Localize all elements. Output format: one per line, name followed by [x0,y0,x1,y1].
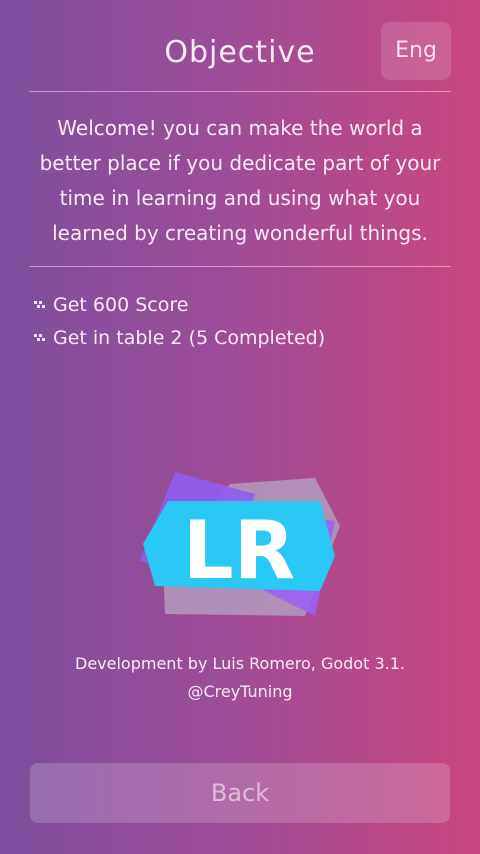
bullet-icon [33,331,47,345]
logo-text: LR [183,504,296,597]
objectives-list: Get 600 Score Get in table 2 (5 Complete… [33,288,453,354]
middle-divider [29,266,451,267]
language-button[interactable]: Eng [381,22,451,80]
objective-item: Get in table 2 (5 Completed) [33,321,453,354]
lr-logo: LR [135,466,345,624]
credit-line: Development by Luis Romero, Godot 3.1. [75,654,405,673]
top-divider [29,91,451,92]
objective-description: Welcome! you can make the world a better… [39,116,441,245]
developer-credit: Development by Luis Romero, Godot 3.1. @… [0,650,480,706]
back-button[interactable]: Back [30,763,450,823]
objective-text: Get 600 Score [53,293,189,316]
credit-handle: @CreyTuning [187,682,293,701]
objective-item: Get 600 Score [33,288,453,321]
objective-text: Get in table 2 (5 Completed) [53,326,326,349]
bullet-icon [33,298,47,312]
